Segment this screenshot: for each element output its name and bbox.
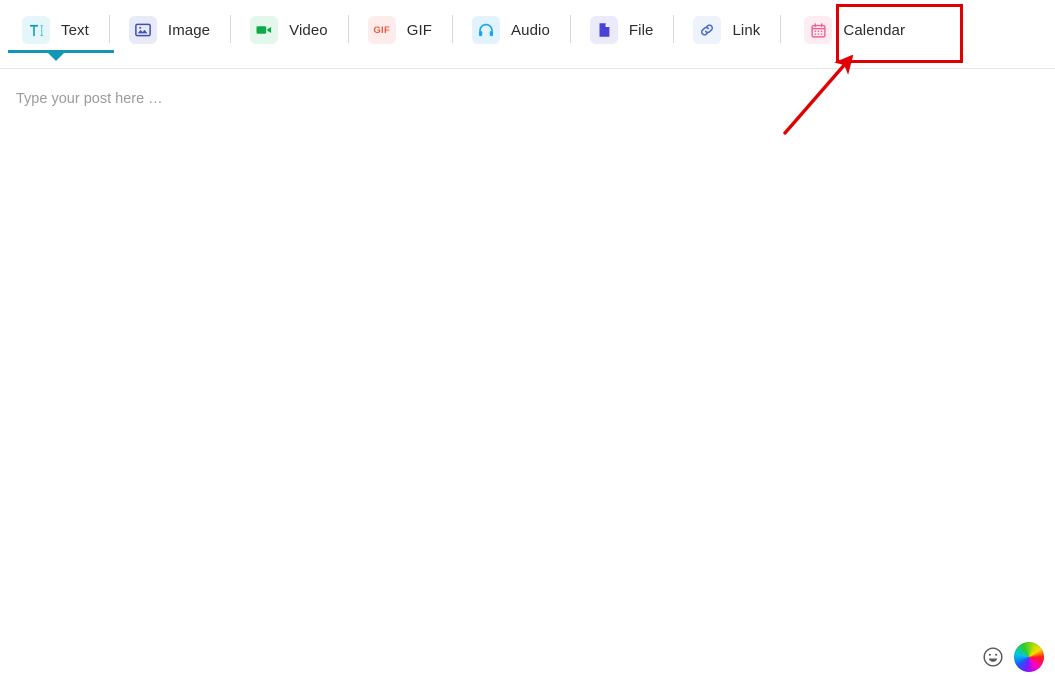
tab-image[interactable]: Image [111, 0, 229, 60]
tab-divider [230, 15, 232, 43]
media-type-toolbar: Text Image Video GIF GIF Audio File Link… [0, 0, 1055, 69]
tab-text[interactable]: Text [4, 0, 114, 61]
tab-link-label: Link [732, 21, 761, 39]
tab-audio[interactable]: Audio [454, 0, 569, 60]
tab-gif-label: GIF [406, 21, 433, 39]
headphones-icon [472, 16, 501, 44]
tab-video[interactable]: Video [232, 0, 347, 60]
post-composer-app: Text Image Video GIF GIF Audio File Link… [0, 0, 1055, 676]
gif-glyph-label: GIF [373, 24, 391, 36]
tab-divider [452, 15, 454, 43]
post-composer-area[interactable]: Type your post here … [0, 69, 1055, 676]
tab-file[interactable]: File [572, 0, 673, 60]
tab-divider [673, 15, 675, 43]
tab-image-label: Image [167, 21, 211, 39]
file-icon [589, 16, 618, 44]
tab-group: Text Image Video GIF GIF Audio File Link… [4, 0, 927, 61]
tab-divider [780, 15, 782, 43]
tab-gif[interactable]: GIF GIF [350, 0, 451, 60]
video-camera-icon [250, 16, 279, 44]
tab-calendar-label: Calendar [843, 21, 906, 39]
gif-icon: GIF [367, 16, 396, 44]
image-icon [128, 16, 157, 44]
tab-calendar[interactable]: Calendar [782, 0, 927, 60]
tab-file-label: File [628, 21, 654, 39]
link-icon [693, 16, 722, 44]
tab-video-label: Video [289, 21, 328, 39]
tab-audio-label: Audio [511, 21, 550, 39]
emoji-smiley-icon[interactable] [982, 646, 1004, 668]
tab-link[interactable]: Link [675, 0, 779, 60]
tab-divider [569, 15, 571, 43]
color-wheel-icon[interactable] [1014, 642, 1044, 672]
tab-divider [347, 15, 349, 43]
text-format-icon [22, 16, 50, 44]
active-tab-caret [47, 53, 64, 61]
composer-placeholder: Type your post here … [16, 91, 163, 107]
tab-text-label: Text [61, 21, 89, 39]
tab-divider [108, 15, 110, 43]
composer-bottom-tools [982, 642, 1044, 672]
calendar-icon [804, 16, 833, 44]
